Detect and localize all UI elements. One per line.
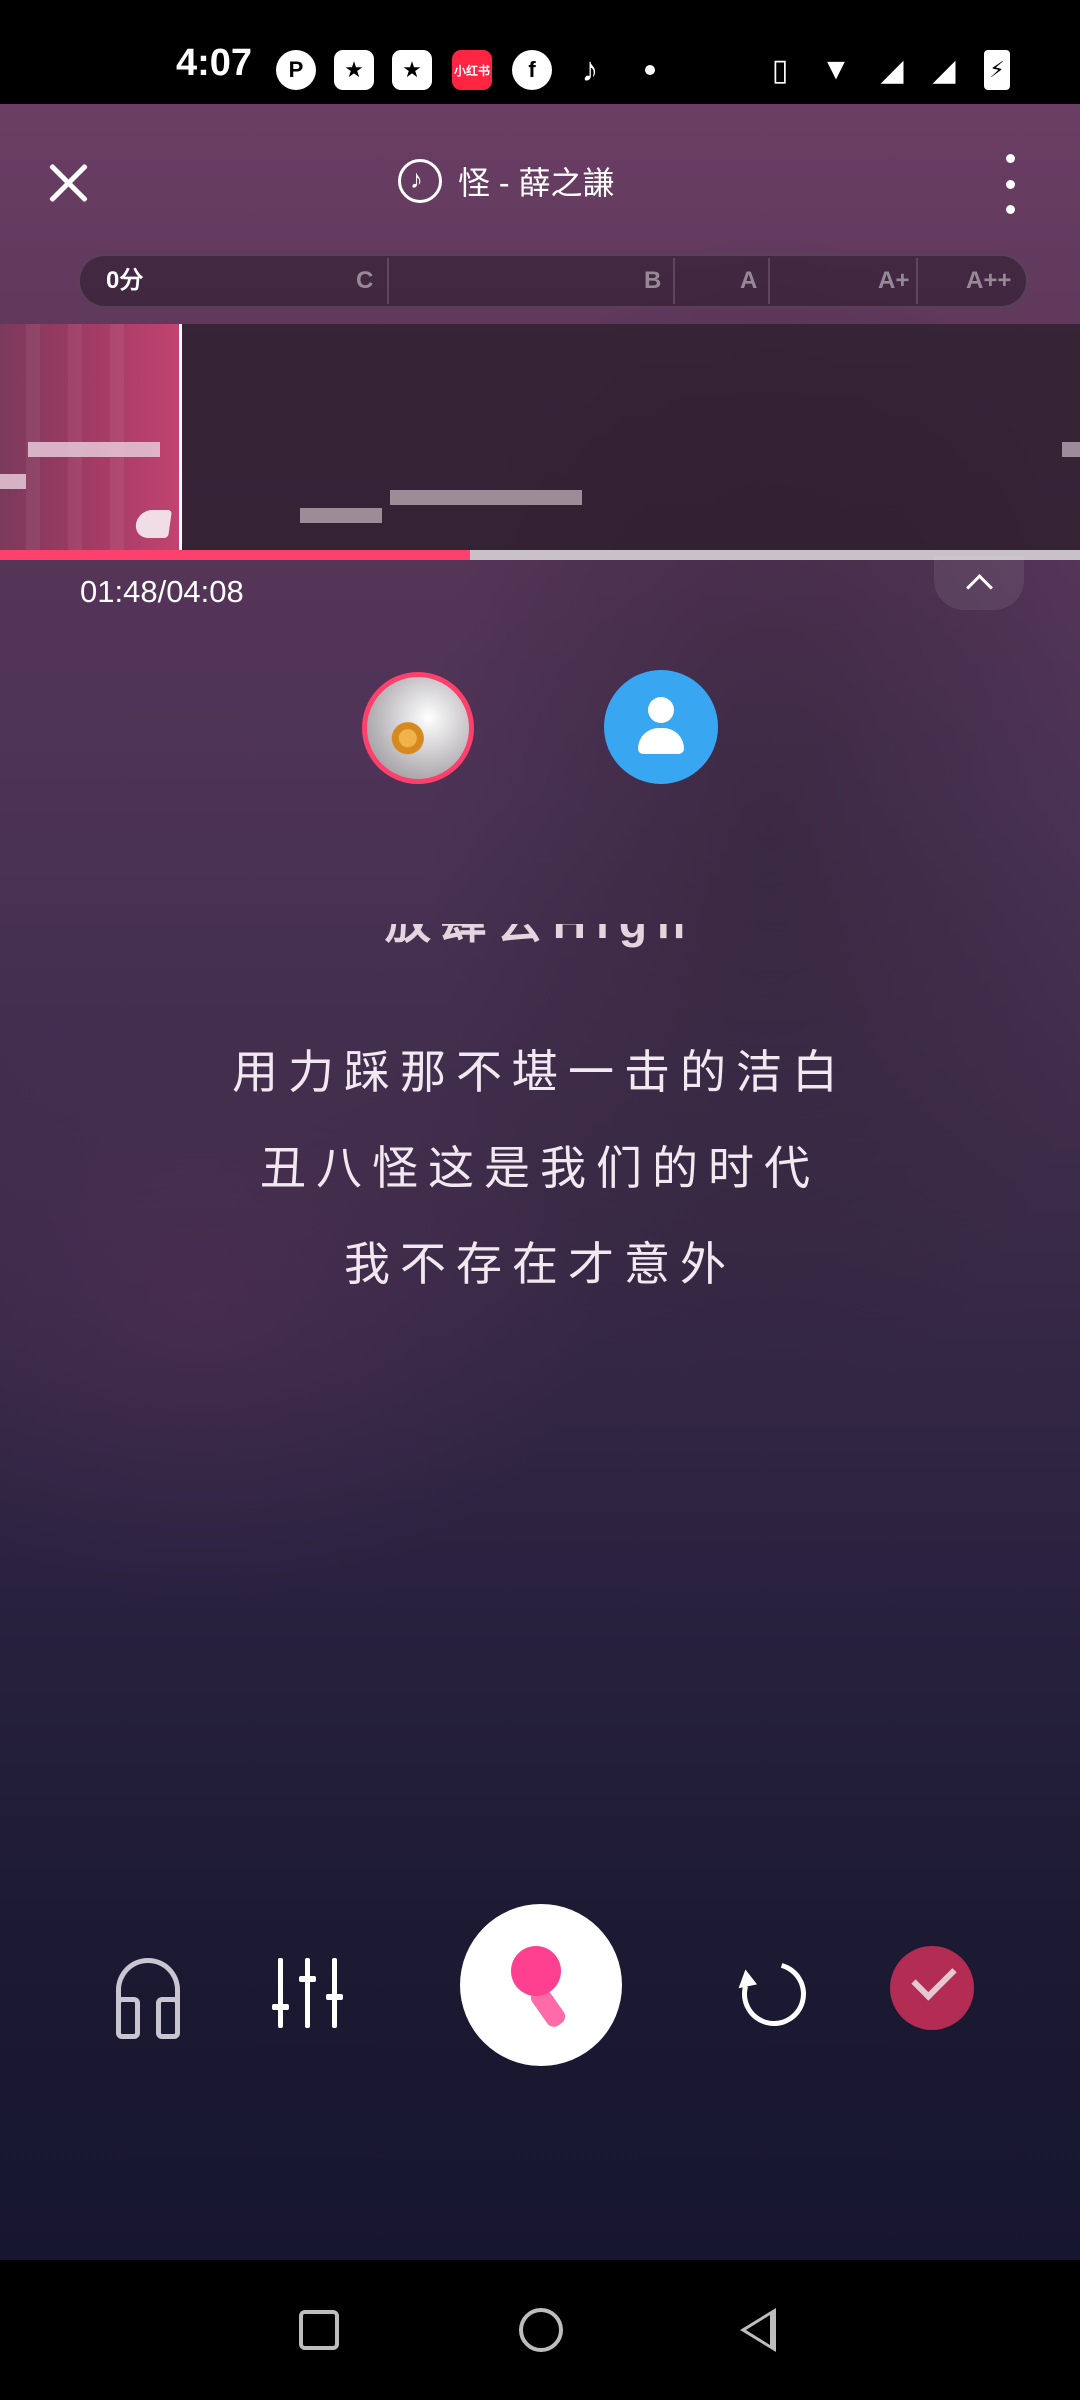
- system-nav-bar: [0, 2260, 1080, 2400]
- lyric-line-previous: 放肆去High: [0, 924, 1080, 952]
- star-app-icon: ★: [334, 50, 374, 90]
- recent-apps-button[interactable]: [299, 2310, 339, 2350]
- grade-divider: [768, 258, 770, 304]
- dot-icon: [1005, 205, 1015, 214]
- pitch-note: [0, 474, 26, 489]
- close-button[interactable]: [42, 156, 96, 210]
- partner-avatar[interactable]: [604, 670, 718, 784]
- mixer-slider: [278, 1958, 283, 2028]
- app-notification-icon: P: [276, 50, 316, 90]
- mixer-slider: [305, 1958, 310, 2028]
- score-bar: 0分 C B A A+ A++: [78, 254, 1028, 308]
- finish-button[interactable]: [890, 1946, 974, 2030]
- person-icon: [648, 697, 674, 723]
- headphone-icon[interactable]: [116, 1958, 180, 2039]
- pitch-visualizer: [0, 324, 1080, 550]
- lyric-line: 我不存在才意外: [344, 1238, 736, 1290]
- song-progress-fill: [0, 550, 470, 560]
- my-avatar[interactable]: [362, 672, 474, 784]
- dot-icon: [1005, 154, 1015, 163]
- vibrate-icon: ▯: [771, 53, 789, 87]
- sung-region-stripe: [110, 324, 124, 550]
- mixer-icon[interactable]: [272, 1958, 343, 2028]
- grade-label: C: [356, 267, 374, 294]
- star-app-icon: ★: [392, 50, 432, 90]
- grade-label: B: [644, 267, 662, 294]
- music-note-icon: [398, 159, 442, 203]
- sung-region-stripe: [68, 324, 82, 550]
- pitch-note: [28, 442, 160, 457]
- status-bar: 4:07 P ★ ★ 小红书 f ♪ ▯ ▼ ◢ ◢ ⚡: [0, 0, 1080, 104]
- playhead-line: [179, 324, 182, 550]
- more-options-button[interactable]: [1000, 154, 1020, 214]
- grade-label: A: [740, 267, 758, 294]
- song-title: 怪 - 薛之謙: [458, 165, 615, 201]
- back-button[interactable]: [740, 2308, 776, 2352]
- xiaohongshu-icon: 小红书: [452, 50, 492, 90]
- sung-region-stripe: [26, 324, 40, 550]
- grade-divider: [387, 258, 389, 304]
- current-score: 0分: [106, 267, 144, 294]
- song-progress-bar[interactable]: [0, 550, 1080, 560]
- grade-label: A+: [878, 267, 910, 294]
- mixer-slider: [332, 1958, 337, 2028]
- pitch-note: [390, 490, 582, 505]
- microphone-icon: [511, 1946, 561, 1996]
- no-signal-icon: ◢: [880, 53, 904, 87]
- more-notifications-dot: [645, 65, 655, 75]
- grade-divider: [916, 258, 918, 304]
- lyric-line: 丑八怪这是我们的时代: [260, 1142, 820, 1194]
- status-time: 4:07: [176, 42, 253, 84]
- tiktok-icon: ♪: [581, 50, 599, 89]
- home-button[interactable]: [519, 2308, 563, 2352]
- battery-charging-icon: ⚡: [984, 50, 1010, 90]
- mixer-knob: [326, 1994, 343, 2000]
- grade-divider: [673, 258, 675, 304]
- song-title-area[interactable]: 怪 - 薛之謙: [398, 158, 614, 204]
- facebook-icon: f: [512, 50, 552, 90]
- voice-cursor: [134, 510, 172, 538]
- dot-icon: [1005, 179, 1015, 189]
- pitch-note: [1062, 442, 1080, 457]
- mixer-knob: [272, 2004, 289, 2010]
- person-icon: [638, 728, 684, 754]
- no-signal-icon: ◢: [932, 53, 956, 87]
- lyrics-panel: 放肆去High 用力踩那不堪一击的洁白 丑八怪这是我们的时代 我不存在才意外: [0, 924, 1080, 1324]
- mixer-knob: [299, 1976, 316, 1982]
- playback-time: 01:48/04:08: [80, 574, 244, 609]
- lyric-line: 用力踩那不堪一击的洁白: [232, 1046, 848, 1098]
- microphone-button[interactable]: [460, 1904, 622, 2066]
- grade-label: A++: [966, 267, 1012, 294]
- collapse-button[interactable]: [934, 556, 1024, 610]
- pitch-note: [300, 508, 382, 523]
- wifi-icon: ▼: [821, 53, 851, 86]
